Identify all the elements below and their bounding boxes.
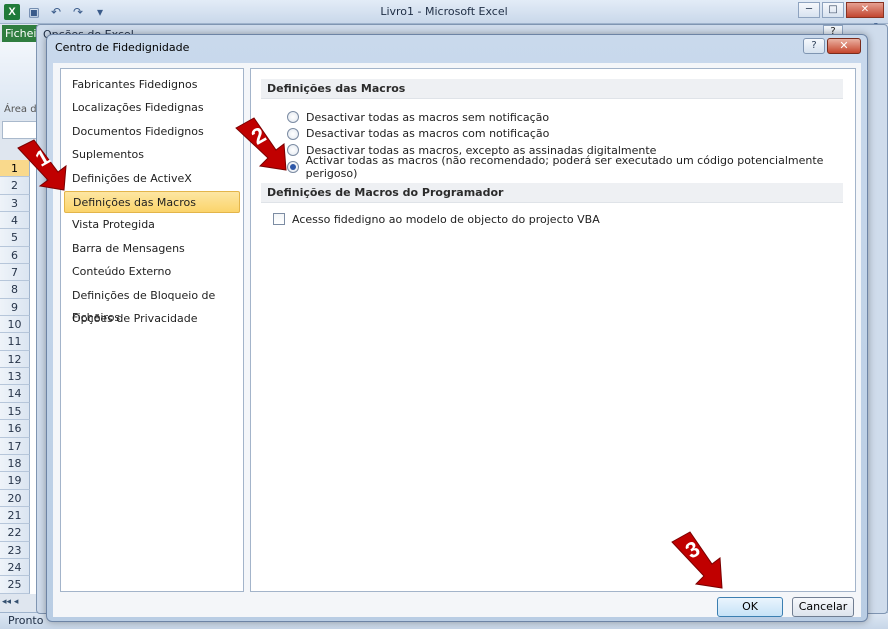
window-controls: ─ □ ✕ — [798, 2, 884, 18]
row-header[interactable]: 22 — [0, 524, 30, 542]
vba-access-option[interactable]: Acesso fidedigno ao modelo de objecto do… — [273, 211, 600, 227]
macro-option-label: Desactivar todas as macros com notificaç… — [306, 127, 550, 140]
row-header[interactable]: 17 — [0, 437, 30, 455]
clipboard-group-label: Área d — [4, 104, 37, 115]
annotation-label-1: 1 — [31, 144, 54, 172]
window-title: Livro1 - Microsoft Excel — [380, 5, 508, 18]
macro-settings-header: Definições das Macros — [261, 79, 843, 99]
row-header[interactable]: 21 — [0, 506, 30, 525]
nav-item[interactable]: Definições de ActiveX — [64, 168, 240, 190]
dialog-title: Centro de Fidedignidade — [55, 41, 190, 54]
dialog-close-button[interactable]: ✕ — [827, 38, 861, 54]
row-header[interactable]: 11 — [0, 333, 30, 351]
row-header[interactable]: 25 — [0, 576, 30, 594]
nav-item[interactable]: Suplementos — [64, 144, 240, 166]
row-header[interactable]: 9 — [0, 298, 30, 317]
dialog-body: Fabricantes Fidedignos Localizações Fided… — [53, 63, 861, 617]
trust-center-dialog: Centro de Fidedignidade ? ✕ Fabricantes … — [46, 34, 868, 622]
macro-option[interactable]: Desactivar todas as macros sem notificaç… — [287, 109, 549, 125]
row-header[interactable]: 7 — [0, 264, 30, 282]
vba-access-label: Acesso fidedigno ao modelo de objecto do… — [292, 212, 600, 226]
macro-option-label: Activar todas as macros (não recomendado… — [305, 153, 824, 180]
nav-item[interactable]: Opções de Privacidade — [64, 308, 240, 330]
row-header[interactable]: 18 — [0, 454, 30, 473]
close-button[interactable]: ✕ — [846, 2, 884, 18]
row-header[interactable]: 12 — [0, 350, 30, 369]
nav-item[interactable]: Conteúdo Externo — [64, 261, 240, 283]
nav-item[interactable]: Fabricantes Fidedignos — [64, 74, 240, 96]
row-header[interactable]: 20 — [0, 489, 30, 507]
ok-button[interactable]: OK — [717, 597, 783, 617]
annotation-arrow-2: 2 — [235, 117, 287, 171]
nav-item[interactable]: Barra de Mensagens — [64, 238, 240, 260]
annotation-arrow-3: 3 — [671, 531, 723, 589]
developer-macro-settings-header: Definições de Macros do Programador — [261, 183, 843, 203]
annotation-arrow-1: 1 — [17, 139, 67, 191]
row-header[interactable]: 4 — [0, 212, 30, 230]
dialog-help-button[interactable]: ? — [803, 38, 825, 54]
row-header[interactable]: 10 — [0, 316, 30, 334]
row-header[interactable]: 16 — [0, 420, 30, 438]
nav-item[interactable]: Documentos Fidedignos — [64, 121, 240, 143]
trust-center-nav: Fabricantes Fidedignos Localizações Fided… — [60, 68, 244, 592]
row-header[interactable]: 24 — [0, 558, 30, 577]
row-header[interactable]: 14 — [0, 385, 30, 403]
status-text: Pronto — [8, 614, 44, 627]
nav-item[interactable]: Definições de Bloqueio de Ficheiros — [64, 285, 240, 324]
row-header[interactable]: 8 — [0, 281, 30, 299]
row-header[interactable]: 13 — [0, 368, 30, 386]
row-header[interactable]: 3 — [0, 194, 30, 213]
row-header[interactable]: 6 — [0, 246, 30, 265]
macro-option[interactable]: Activar todas as macros (não recomendado… — [287, 154, 855, 180]
nav-item[interactable]: Localizações Fidedignas — [64, 97, 240, 119]
settings-panel: Definições das Macros Desactivar todas a… — [250, 68, 856, 592]
macro-option[interactable]: Desactivar todas as macros com notificaç… — [287, 126, 549, 142]
cancel-button[interactable]: Cancelar — [792, 597, 854, 617]
minimize-button[interactable]: ─ — [798, 2, 820, 18]
maximize-button[interactable]: □ — [822, 2, 844, 18]
sheet-navigation[interactable]: ◂◂ ◂ — [2, 597, 18, 607]
row-header[interactable]: 5 — [0, 229, 30, 247]
excel-titlebar: X ▣ ↶ ↷ ▾ Livro1 - Microsoft Excel ─ □ ✕ — [0, 0, 888, 24]
nav-item[interactable]: Definições das Macros — [64, 191, 240, 213]
row-header[interactable]: 23 — [0, 541, 30, 559]
row-header[interactable]: 15 — [0, 402, 30, 421]
nav-item[interactable]: Vista Protegida — [64, 214, 240, 236]
macro-option-label: Desactivar todas as macros sem notificaç… — [306, 110, 550, 124]
vba-access-checkbox[interactable] — [273, 213, 285, 225]
row-header[interactable]: 19 — [0, 472, 30, 490]
row-headers: 1 2 3 4 5 6 7 8 9 10 11 12 13 14 15 16 17 18 19 20 21 22 23 24 2… — [0, 160, 30, 594]
